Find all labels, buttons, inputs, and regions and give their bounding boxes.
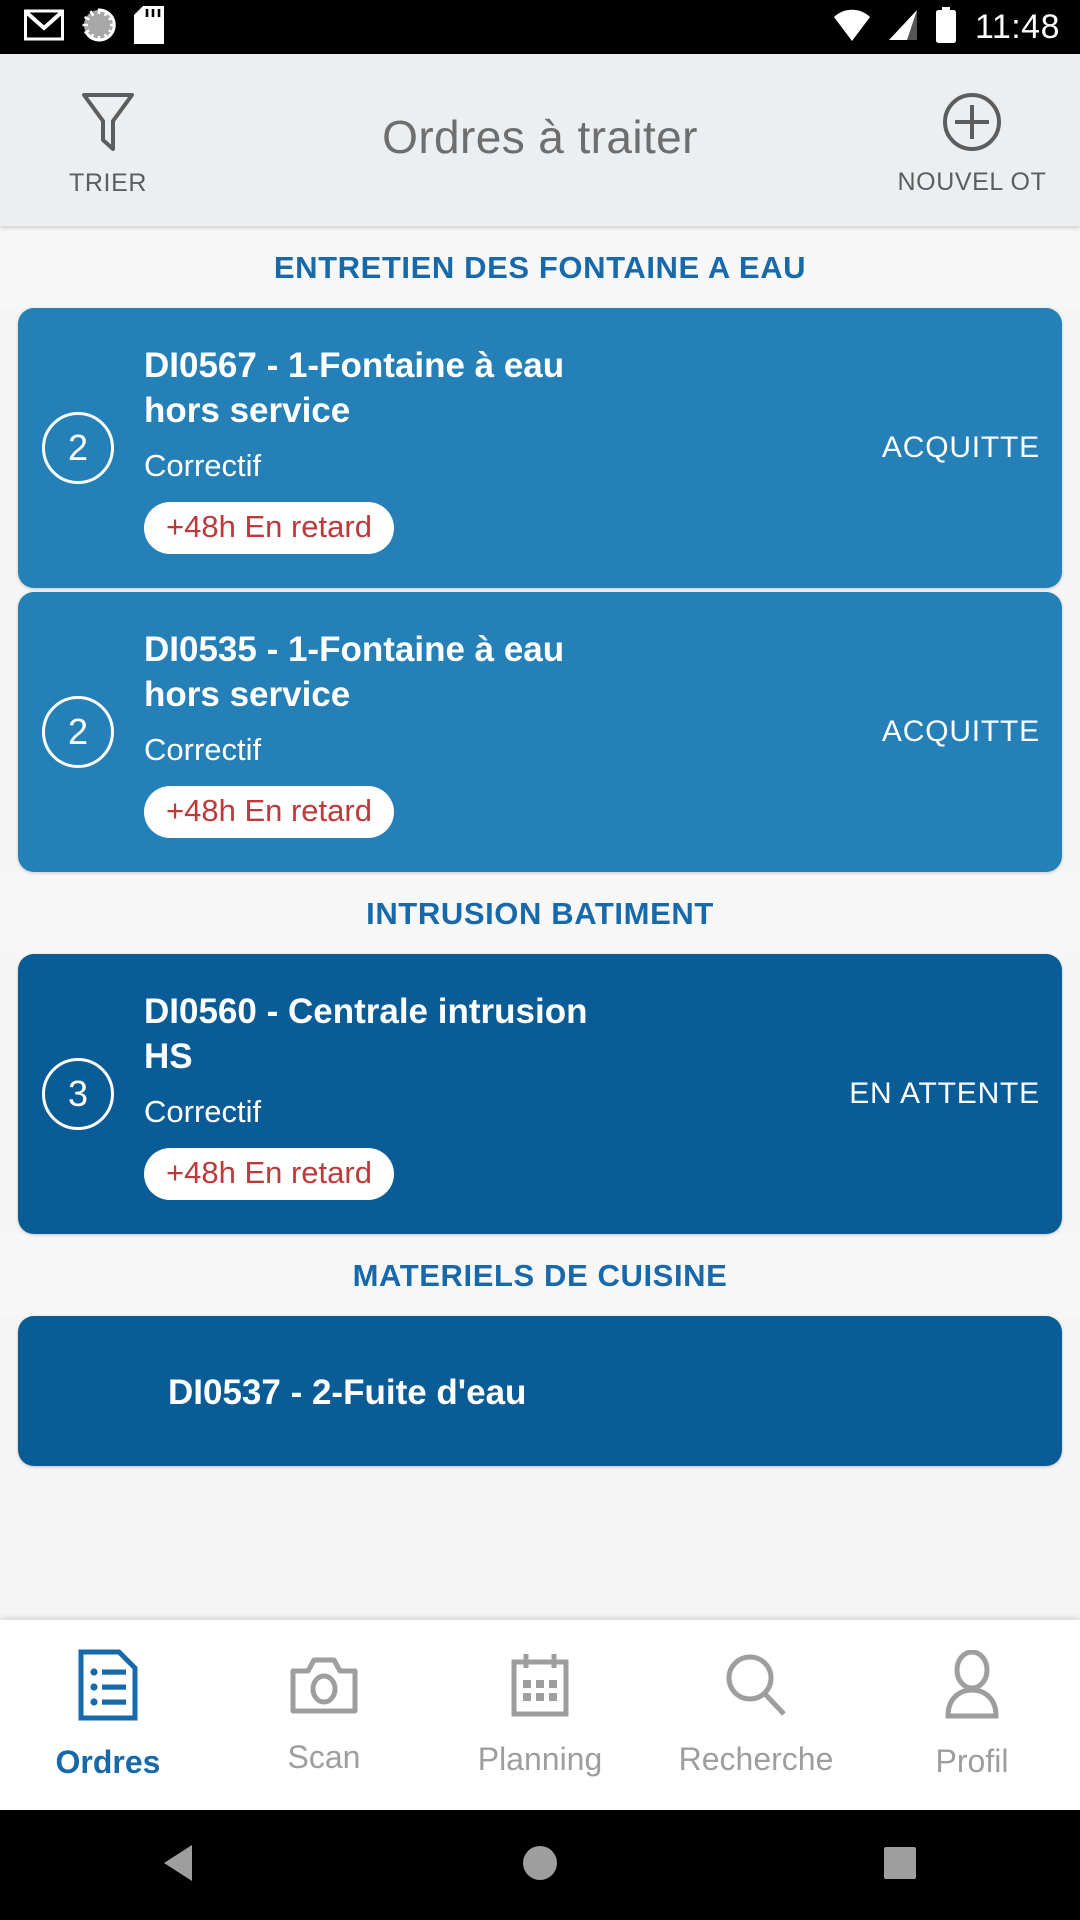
- nav-item-recherche[interactable]: Recherche: [648, 1620, 864, 1810]
- card-group: 2 DI0567 - 1-Fontaine à eau hors service…: [0, 308, 1080, 872]
- order-type: Correctif: [144, 731, 262, 767]
- order-title: DI0537 - 2-Fuite d'eau: [168, 1373, 527, 1412]
- priority-badge: 3: [42, 1058, 114, 1130]
- order-type: Correctif: [144, 1093, 262, 1129]
- order-card[interactable]: 3 DI0560 - Centrale intrusion HS Correct…: [18, 954, 1062, 1234]
- page-title: Ordres à traiter: [382, 111, 698, 163]
- person-icon: [943, 1649, 1001, 1725]
- late-badge: +48h En retard: [144, 501, 394, 554]
- recents-button[interactable]: [840, 1844, 960, 1887]
- section-header: MATERIELS DE CUISINE: [0, 1234, 1080, 1316]
- order-title: DI0560 - Centrale intrusion HS: [144, 991, 588, 1077]
- camera-icon: [290, 1654, 358, 1721]
- android-navigation-bar: [0, 1810, 1080, 1920]
- home-button[interactable]: [480, 1843, 600, 1888]
- plus-circle-icon: [941, 91, 1003, 158]
- app-header: TRIER Ordres à traiter NOUVEL OT: [0, 54, 1080, 226]
- sd-card-icon: [134, 5, 164, 49]
- search-icon: [723, 1652, 789, 1723]
- section-header: ENTRETIEN DES FONTAINE A EAU: [0, 226, 1080, 308]
- nav-label: Ordres: [55, 1744, 161, 1780]
- status-bar-right-icons: 11:48: [833, 6, 1060, 48]
- order-card-main: DI0560 - Centrale intrusion HS Correctif…: [144, 989, 835, 1200]
- order-title: DI0567 - 1-Fontaine à eau hors service: [144, 345, 565, 431]
- order-card[interactable]: 2 DI0567 - 1-Fontaine à eau hors service…: [18, 308, 1062, 588]
- priority-badge: 2: [42, 412, 114, 484]
- late-badge: +48h En retard: [144, 785, 394, 838]
- order-card-main: DI0535 - 1-Fontaine à eau hors service C…: [144, 627, 868, 838]
- status-badge: EN ATTENTE: [849, 1077, 1040, 1110]
- nav-item-profil[interactable]: Profil: [864, 1620, 1080, 1810]
- order-type: Correctif: [144, 447, 262, 483]
- back-triangle-icon: [160, 1842, 200, 1889]
- sync-spinner-icon: [80, 6, 118, 49]
- sort-button[interactable]: TRIER: [0, 54, 216, 226]
- back-button[interactable]: [120, 1842, 240, 1889]
- order-card[interactable]: DI0537 - 2-Fuite d'eau: [18, 1316, 1062, 1466]
- new-order-button[interactable]: NOUVEL OT: [864, 54, 1080, 226]
- nav-label: Planning: [477, 1741, 603, 1777]
- signal-icon: [885, 8, 921, 47]
- calendar-icon: [511, 1652, 569, 1723]
- nav-label: Scan: [287, 1739, 361, 1775]
- wifi-icon: [833, 8, 871, 47]
- battery-icon: [935, 6, 957, 48]
- recents-square-icon: [881, 1844, 919, 1887]
- status-bar: 11:48: [0, 0, 1080, 54]
- bottom-navigation: Ordres Scan Planning Recherche Profil: [0, 1620, 1080, 1810]
- order-card-main: DI0567 - 1-Fontaine à eau hors service C…: [144, 343, 868, 554]
- order-card[interactable]: 2 DI0535 - 1-Fontaine à eau hors service…: [18, 592, 1062, 872]
- new-order-button-label: NOUVEL OT: [897, 168, 1047, 196]
- order-card-main: DI0537 - 2-Fuite d'eau: [42, 1370, 1040, 1430]
- app-root: 11:48 TRIER Ordres à traiter NOUVEL OT E…: [0, 0, 1080, 1920]
- nav-item-ordres[interactable]: Ordres: [0, 1620, 216, 1810]
- order-title: DI0535 - 1-Fontaine à eau hors service: [144, 629, 565, 715]
- status-bar-clock: 11:48: [974, 7, 1060, 46]
- gmail-icon: [24, 9, 64, 46]
- document-list-icon: [77, 1649, 139, 1726]
- orders-list[interactable]: ENTRETIEN DES FONTAINE A EAU 2 DI0567 - …: [0, 226, 1080, 1620]
- status-badge: ACQUITTE: [881, 431, 1040, 464]
- section-header: INTRUSION BATIMENT: [0, 872, 1080, 954]
- filter-funnel-icon: [79, 90, 137, 159]
- status-bar-left-icons: [24, 5, 164, 49]
- sort-button-label: TRIER: [69, 169, 147, 197]
- priority-badge: 2: [42, 696, 114, 768]
- late-badge: +48h En retard: [144, 1147, 394, 1200]
- nav-item-scan[interactable]: Scan: [216, 1620, 432, 1810]
- nav-label: Profil: [935, 1743, 1009, 1779]
- nav-label: Recherche: [678, 1741, 834, 1777]
- nav-item-planning[interactable]: Planning: [432, 1620, 648, 1810]
- home-circle-icon: [520, 1843, 560, 1888]
- status-badge: ACQUITTE: [881, 715, 1040, 748]
